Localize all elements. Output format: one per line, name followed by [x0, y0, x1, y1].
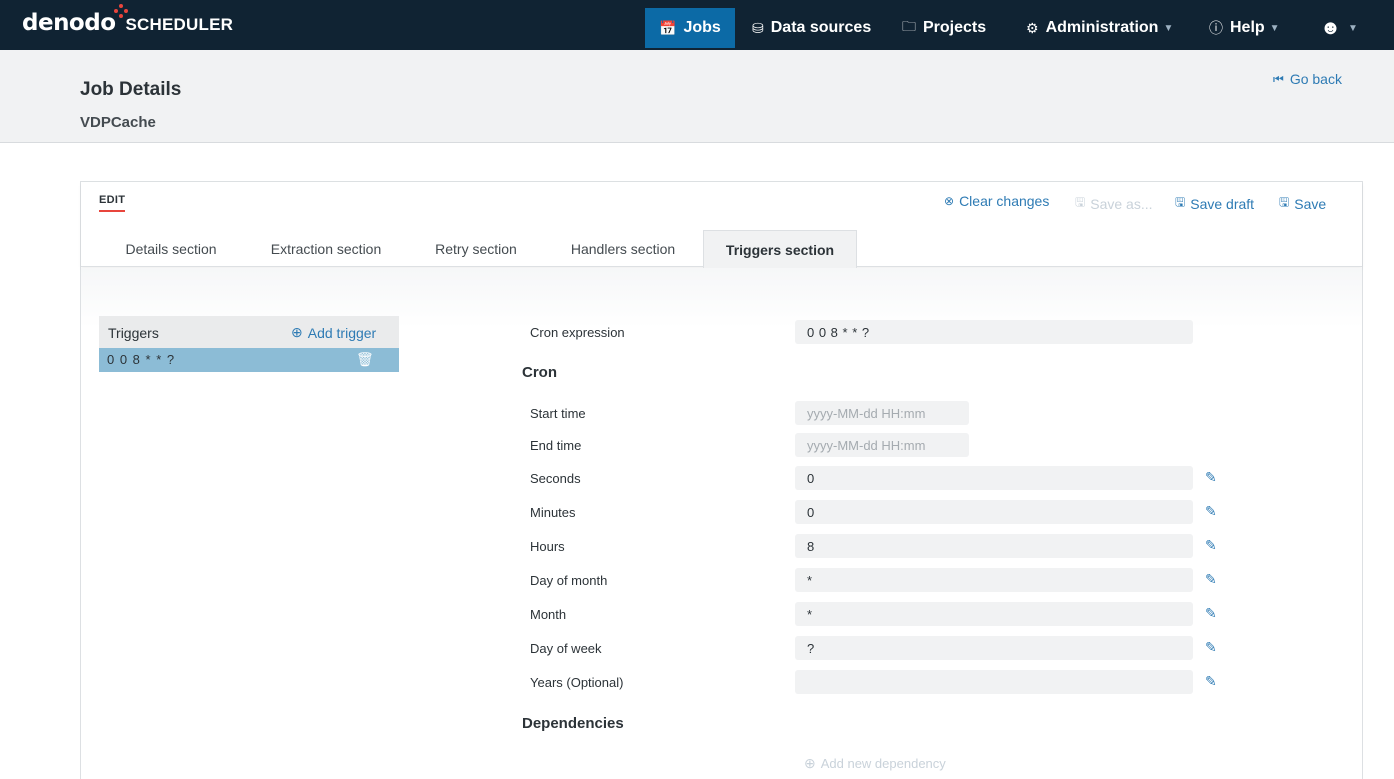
chevron-down-icon: ▼: [1348, 22, 1358, 34]
clear-changes-button[interactable]: ⊗ Clear changes: [944, 193, 1049, 209]
close-circle-icon: ⊗: [944, 194, 955, 208]
nav-administration[interactable]: ⚙ Administration ▼: [1012, 8, 1187, 48]
list-item[interactable]: 0 0 8 * * ? 🗑: [99, 348, 399, 372]
start-time-input[interactable]: yyyy-MM-dd HH:mm: [795, 401, 969, 425]
tab-details[interactable]: Details section: [99, 230, 243, 268]
month-label: Month: [530, 607, 567, 622]
help-circle-icon: ⓘ: [1209, 20, 1223, 36]
pencil-icon[interactable]: ✎: [1205, 537, 1217, 554]
month-input[interactable]: *: [795, 602, 1193, 626]
tab-handlers[interactable]: Handlers section: [549, 230, 697, 268]
start-time-label: Start time: [530, 406, 586, 421]
gear-icon: ⚙: [1026, 19, 1039, 36]
cron-heading: Cron: [522, 364, 557, 381]
nav-help-label: Help: [1230, 19, 1265, 36]
logo-brand: denodo: [22, 10, 116, 36]
denodo-scheduler-logo[interactable]: denodo SCHEDULER: [22, 4, 234, 36]
pencil-icon[interactable]: ✎: [1205, 503, 1217, 520]
save-button[interactable]: 🖫 Save: [1279, 193, 1326, 214]
day-of-month-input[interactable]: *: [795, 568, 1193, 592]
user-menu[interactable]: ☻ ▼: [1306, 8, 1372, 48]
calendar-icon: 📅: [659, 19, 677, 36]
chevron-down-icon: ▼: [1269, 22, 1280, 34]
add-dependency-button[interactable]: ⊕ Add new dependency: [804, 755, 946, 772]
add-trigger-label: Add trigger: [307, 324, 377, 341]
tab-retry[interactable]: Retry section: [413, 230, 539, 268]
plus-circle-icon: ⊕: [291, 324, 303, 340]
pencil-icon[interactable]: ✎: [1205, 639, 1217, 656]
go-back-link[interactable]: ⏮ Go back: [1273, 71, 1342, 87]
save-as-button[interactable]: 🖫 Save as...: [1075, 193, 1153, 214]
cron-expression-field[interactable]: 0 0 8 * * ?: [795, 320, 1193, 344]
end-time-input[interactable]: yyyy-MM-dd HH:mm: [795, 433, 969, 457]
pencil-icon[interactable]: ✎: [1205, 469, 1217, 486]
seconds-input[interactable]: 0: [795, 466, 1193, 490]
page-title: Job Details: [80, 79, 182, 100]
cron-expression-label: Cron expression: [530, 325, 625, 340]
day-of-week-input[interactable]: ?: [795, 636, 1193, 660]
years-input[interactable]: [795, 670, 1193, 694]
plus-circle-icon: ⊕: [804, 755, 816, 771]
minutes-input[interactable]: 0: [795, 500, 1193, 524]
top-navbar: denodo SCHEDULER 📅 Jobs ⛁ Data sources 🗀…: [0, 0, 1394, 50]
page-header: Job Details VDPCache ⏮ Go back: [0, 50, 1394, 143]
years-label: Years (Optional): [530, 675, 624, 690]
logo-product: SCHEDULER: [125, 15, 234, 34]
day-of-month-label: Day of month: [530, 573, 608, 588]
pencil-icon[interactable]: ✎: [1205, 605, 1217, 622]
add-trigger-button[interactable]: ⊕ Add trigger: [291, 324, 376, 341]
save-icon: 🖫: [1075, 195, 1086, 209]
trash-icon[interactable]: 🗑: [356, 351, 374, 368]
hours-label: Hours: [530, 539, 565, 554]
database-icon: ⛁: [752, 19, 764, 36]
card-toolbar: EDIT ⊗ Clear changes 🖫 Save as... 🖫 Save…: [81, 182, 1362, 268]
save-icon: 🖫: [1175, 195, 1186, 209]
nav-data-sources-label: Data sources: [770, 19, 872, 36]
folder-icon: 🗀: [902, 18, 916, 34]
go-back-label: Go back: [1289, 71, 1342, 87]
job-name: VDPCache: [80, 114, 156, 131]
nav-administration-label: Administration: [1045, 19, 1159, 36]
dependencies-heading: Dependencies: [522, 715, 624, 732]
nav-projects-label: Projects: [923, 19, 987, 36]
nav-projects[interactable]: 🗀 Projects: [888, 8, 1000, 48]
nav-help[interactable]: ⓘ Help ▼: [1195, 8, 1294, 48]
edit-underline: [99, 210, 125, 212]
add-dependency-label: Add new dependency: [820, 756, 946, 771]
skip-back-icon: ⏮: [1273, 71, 1284, 86]
edit-label: EDIT: [99, 194, 126, 206]
nav-jobs[interactable]: 📅 Jobs: [645, 8, 735, 48]
day-of-week-label: Day of week: [530, 641, 602, 656]
pencil-icon[interactable]: ✎: [1205, 571, 1217, 588]
save-as-label: Save as...: [1090, 195, 1153, 212]
nav-data-sources[interactable]: ⛁ Data sources: [738, 8, 885, 48]
user-avatar-icon: ☻: [1320, 16, 1342, 39]
edit-card: EDIT ⊗ Clear changes 🖫 Save as... 🖫 Save…: [80, 181, 1363, 779]
nav-jobs-label: Jobs: [683, 19, 721, 36]
save-label: Save: [1294, 195, 1327, 212]
minutes-label: Minutes: [530, 505, 576, 520]
hours-input[interactable]: 8: [795, 534, 1193, 558]
save-icon: 🖫: [1279, 195, 1290, 209]
logo-dots-icon: [113, 4, 128, 18]
clear-changes-label: Clear changes: [959, 193, 1050, 209]
triggers-panel: Triggers ⊕ Add trigger 0 0 8 * * ? 🗑 Cro…: [81, 268, 1362, 779]
end-time-label: End time: [530, 438, 582, 453]
triggers-list-header: Triggers ⊕ Add trigger: [99, 316, 399, 348]
chevron-down-icon: ▼: [1163, 22, 1174, 34]
trigger-expression: 0 0 8 * * ?: [107, 352, 176, 367]
pencil-icon[interactable]: ✎: [1205, 673, 1217, 690]
save-draft-label: Save draft: [1190, 195, 1255, 212]
triggers-title: Triggers: [108, 325, 159, 341]
tab-triggers[interactable]: Triggers section: [703, 230, 857, 268]
seconds-label: Seconds: [530, 471, 581, 486]
save-draft-button[interactable]: 🖫 Save draft: [1175, 193, 1254, 214]
tab-extraction[interactable]: Extraction section: [249, 230, 403, 268]
